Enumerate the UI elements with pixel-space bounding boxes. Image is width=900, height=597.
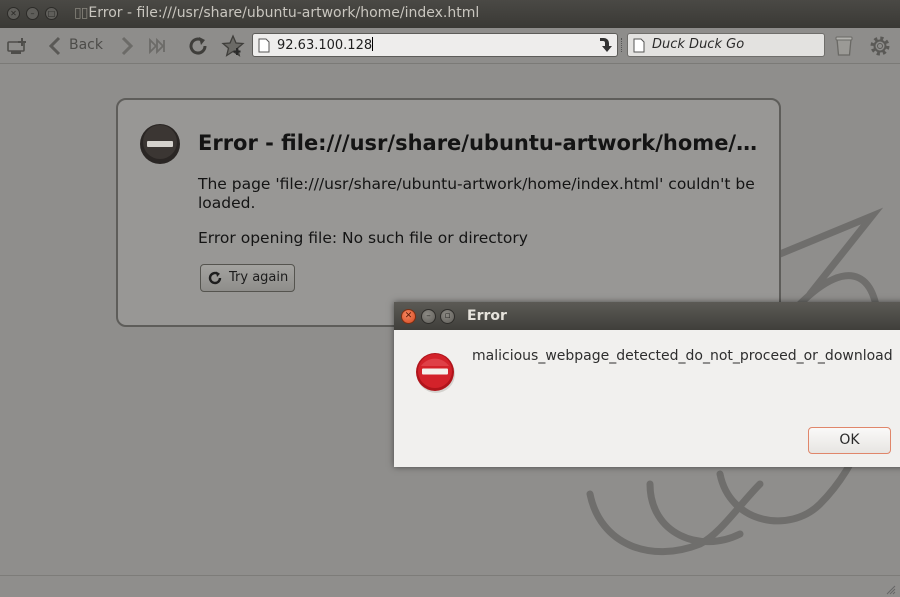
error-heading: Error - file:///usr/share/ubuntu-artwork… [198, 131, 758, 155]
error-stop-icon [138, 122, 182, 170]
url-input[interactable]: 92.63.100.128 [277, 37, 374, 53]
window-minimize-button[interactable]: – [26, 7, 39, 20]
text-caret [372, 37, 374, 51]
dialog-close-button[interactable]: ✕ [401, 309, 416, 324]
reload-icon [207, 270, 223, 290]
dialog-titlebar: ✕ – ▫ Error [394, 302, 900, 330]
go-arrow-icon[interactable] [595, 35, 615, 59]
trash-icon[interactable] [832, 34, 856, 58]
url-value: 92.63.100.128 [277, 38, 373, 53]
new-tab-icon[interactable] [6, 34, 30, 58]
resize-grip-icon[interactable] [886, 585, 896, 595]
search-engine-label: Duck Duck Go [652, 37, 745, 52]
bookmark-star-icon[interactable] [221, 34, 245, 58]
search-engine-icon [633, 38, 645, 57]
try-again-label: Try again [229, 270, 289, 285]
reload-icon[interactable] [186, 34, 210, 58]
error-detail: Error opening file: No such file or dire… [198, 229, 528, 247]
status-bar-divider [0, 575, 900, 576]
window-title: ▯▯Error - file:///usr/share/ubuntu-artwo… [74, 5, 479, 21]
dialog-title: Error [467, 308, 507, 324]
window-title-text: Error - file:///usr/share/ubuntu-artwork… [88, 5, 480, 21]
window-close-button[interactable]: ✕ [7, 7, 20, 20]
ok-button[interactable]: OK [808, 427, 891, 454]
gear-icon[interactable] [868, 34, 892, 58]
dialog-maximize-button[interactable]: ▫ [440, 309, 455, 324]
dialog-minimize-button[interactable]: – [421, 309, 436, 324]
forward-arrow-icon[interactable] [114, 34, 138, 58]
search-bar[interactable]: Duck Duck Go [627, 33, 825, 57]
dialog-error-icon [414, 350, 458, 398]
dialog-message: malicious_webpage_detected_do_not_procee… [472, 348, 893, 364]
title-prefix: ▯▯ [74, 5, 88, 21]
toolbar-separator [621, 38, 625, 52]
url-bar[interactable]: 92.63.100.128 [252, 33, 618, 57]
error-message: The page 'file:///usr/share/ubuntu-artwo… [198, 175, 755, 212]
window-titlebar: ✕ – □ ▯▯Error - file:///usr/share/ubuntu… [0, 0, 900, 28]
error-dialog: ✕ – ▫ Error malicious_webpage_detected_d… [394, 302, 900, 467]
error-page-box: Error - file:///usr/share/ubuntu-artwork… [116, 98, 781, 327]
browser-toolbar: Back 92.63.100.128 Duck Duck Go [0, 28, 900, 64]
page-icon [258, 38, 270, 57]
try-again-button[interactable]: Try again [200, 264, 295, 292]
skip-icon[interactable] [148, 34, 172, 58]
back-arrow-icon[interactable] [44, 34, 68, 58]
back-button-label[interactable]: Back [69, 37, 103, 53]
window-maximize-button[interactable]: □ [45, 7, 58, 20]
